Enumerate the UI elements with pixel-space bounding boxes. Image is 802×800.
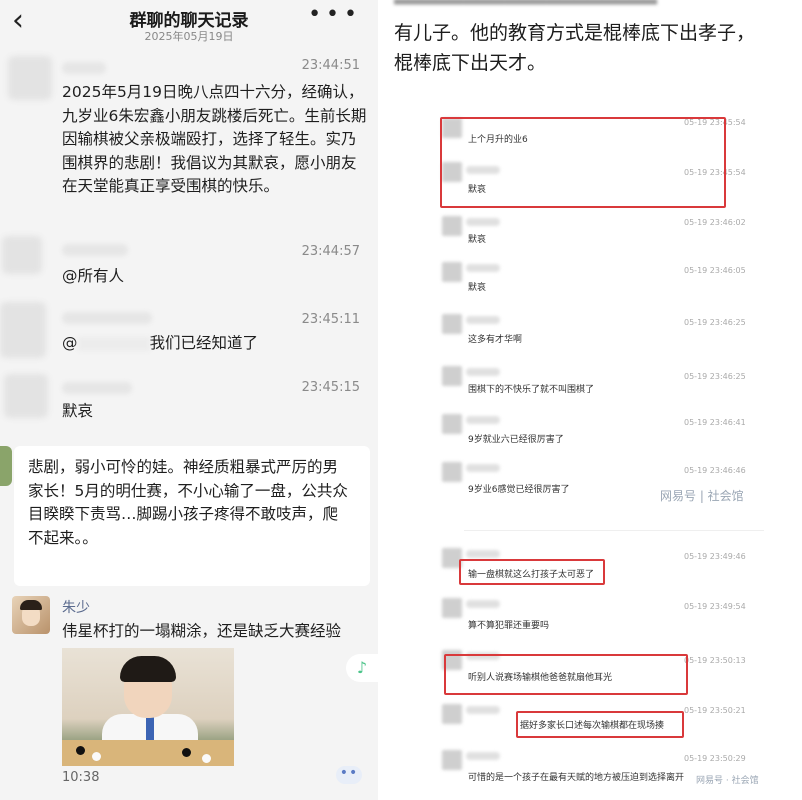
name-masked xyxy=(466,416,500,424)
section-divider xyxy=(464,530,764,531)
avatar xyxy=(442,262,462,282)
avatar-hair xyxy=(20,600,42,610)
message-text: 2025年5月19日晚八点四十六分，经确认，九岁业6朱宏鑫小朋友跳楼后死亡。生前… xyxy=(62,83,367,195)
avatar xyxy=(442,750,462,770)
message-time: 23:44:51 xyxy=(301,58,360,73)
comment-text: 默哀 xyxy=(468,283,487,293)
watermark: 网易号 · 社会馆 xyxy=(696,776,759,786)
name-masked xyxy=(466,706,500,714)
comment-row: 05-19 23:49:54 算不算犯罪还重要吗 xyxy=(380,598,802,638)
name-masked xyxy=(466,464,500,472)
comment-time: 05-19 23:46:25 xyxy=(684,318,746,327)
sender-name-masked xyxy=(62,312,152,324)
chat-message: 23:44:57 @所有人 xyxy=(0,236,378,296)
mention-name-masked xyxy=(77,336,150,351)
avatar xyxy=(4,374,48,418)
name-masked xyxy=(466,218,500,226)
comment-time: 05-19 23:46:46 xyxy=(684,466,746,475)
comment-bubble: 悲剧，弱小可怜的娃。神经质粗暴式严厉的男家长！5月的明仕赛，不小心输了一盘，公共… xyxy=(14,446,370,586)
go-stone xyxy=(76,746,85,755)
sender-name-masked xyxy=(62,62,106,74)
avatar xyxy=(8,56,52,100)
watermark: 网易号 | 社会馆 xyxy=(660,489,744,503)
name-masked xyxy=(466,316,500,324)
article-text-line: 棍棒底下出天才。 xyxy=(394,52,547,74)
chat-date: 2025年05月19日 xyxy=(144,30,234,43)
comment-row: 05-19 23:46:02 默哀 xyxy=(380,216,802,256)
comment-time: 05-19 23:46:02 xyxy=(684,218,746,227)
comment-time: 05-19 23:49:46 xyxy=(684,552,746,561)
go-stone xyxy=(92,752,101,761)
comment-row: 05-19 23:46:05 默哀 xyxy=(380,262,802,302)
comment-time: 05-19 23:46:05 xyxy=(684,266,746,275)
sender-name-masked xyxy=(62,382,132,394)
avatar xyxy=(442,314,462,334)
avatar[interactable] xyxy=(12,596,50,634)
message-time: 23:45:11 xyxy=(301,312,360,327)
sender-name: 朱少 xyxy=(62,600,90,616)
name-masked xyxy=(466,264,500,272)
message-time: 23:45:15 xyxy=(301,380,360,395)
highlight-box xyxy=(440,117,726,208)
right-screenshot-panel: ▂▂▂▂▂▂▂▂▂▂▂▂▂▂▂▂▂▂▂ 有儿子。他的教育方式是棍棒底下出孝子， … xyxy=(380,0,802,800)
comment-text: 算不算犯罪还重要吗 xyxy=(468,621,550,631)
comment-time: 05-19 23:50:13 xyxy=(684,656,746,665)
comment-row: 05-19 23:46:25 这多有才华啊 xyxy=(380,314,802,354)
avatar xyxy=(442,216,462,236)
comment-text: 这多有才华啊 xyxy=(468,335,523,345)
highlight-box xyxy=(459,559,605,585)
chat-message: 23:45:15 默哀 xyxy=(0,372,378,434)
comment-text: 围棋下的不快乐了就不叫围棋了 xyxy=(468,385,595,395)
name-masked xyxy=(466,368,500,376)
comment-time: 05-19 23:50:21 xyxy=(684,706,746,715)
comment-time: 05-19 23:46:41 xyxy=(684,418,746,427)
comment-text: 悲剧，弱小可怜的娃。神经质粗暴式严厉的男家长！5月的明仕赛，不小心输了一盘，公共… xyxy=(28,458,348,547)
photo-time: 10:38 xyxy=(62,770,100,785)
message-text: 伟星杯打的一塌糊涂，还是缺乏大赛经验 xyxy=(62,622,342,640)
go-stone xyxy=(182,748,191,757)
comment-text: 9岁就业六已经很厉害了 xyxy=(468,435,564,445)
more-options-icon[interactable]: • • • xyxy=(308,2,357,27)
avatar xyxy=(2,236,42,274)
message-text: 默哀 xyxy=(62,402,94,420)
name-masked xyxy=(466,752,500,760)
comment-text: 可惜的是一个孩子在最有天赋的地方被压迫到选择离开 xyxy=(468,773,685,783)
go-stone xyxy=(202,754,211,763)
name-masked xyxy=(466,600,500,608)
avatar xyxy=(442,366,462,386)
highlight-box xyxy=(444,654,688,695)
comment-time: 05-19 23:46:25 xyxy=(684,372,746,381)
music-note-icon[interactable]: ♪ xyxy=(346,654,378,682)
comment-row: 05-19 23:46:25 围棋下的不快乐了就不叫围棋了 xyxy=(380,366,802,406)
avatar xyxy=(442,704,462,724)
comment-time: 05-19 23:50:29 xyxy=(684,754,746,763)
sender-name-masked xyxy=(62,244,128,256)
comment-text: 9岁业6感觉已经很厉害了 xyxy=(468,485,570,495)
avatar-edge xyxy=(0,446,12,486)
comment-row: 05-19 23:46:41 9岁就业六已经很厉害了 xyxy=(380,414,802,454)
cropped-text-line: ▂▂▂▂▂▂▂▂▂▂▂▂▂▂▂▂▂▂▂ xyxy=(394,0,802,6)
message-text: @ 我们已经知道了 xyxy=(62,334,259,352)
photo-kid-hair xyxy=(120,656,176,682)
comment-time: 05-19 23:49:54 xyxy=(684,602,746,611)
avatar xyxy=(0,302,46,358)
highlight-box xyxy=(516,711,684,738)
article-text-line: 有儿子。他的教育方式是棍棒底下出孝子， xyxy=(394,22,756,44)
avatar xyxy=(442,462,462,482)
avatar xyxy=(442,414,462,434)
message-text: @所有人 xyxy=(62,267,125,285)
more-dots-icon[interactable]: •• xyxy=(336,766,362,784)
chat-photo[interactable] xyxy=(62,648,234,766)
chat-message: 23:44:51 2025年5月19日晚八点四十六分，经确认，九岁业6朱宏鑫小朋… xyxy=(0,50,378,230)
chat-message: 23:45:11 @ 我们已经知道了 xyxy=(0,302,378,366)
comment-text: 默哀 xyxy=(468,235,487,245)
chat-header: ‹ 群聊的聊天记录 2025年05月19日 • • • xyxy=(0,0,378,46)
message-time: 23:44:57 xyxy=(301,244,360,259)
name-masked xyxy=(466,550,500,558)
left-screenshot-panel: ‹ 群聊的聊天记录 2025年05月19日 • • • 23:44:51 202… xyxy=(0,0,378,800)
avatar xyxy=(442,598,462,618)
